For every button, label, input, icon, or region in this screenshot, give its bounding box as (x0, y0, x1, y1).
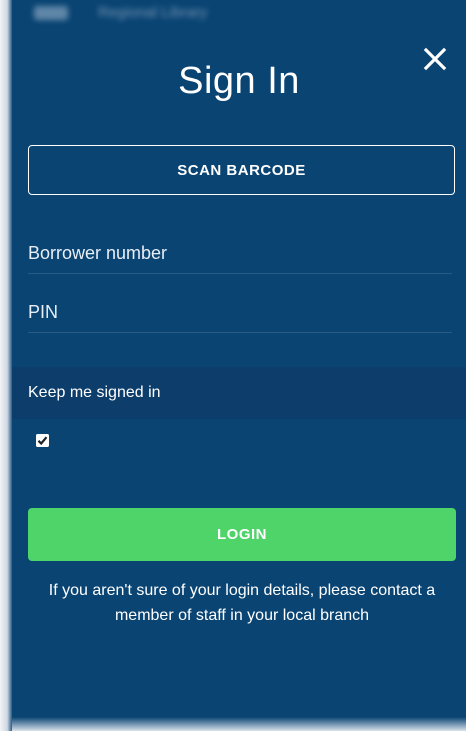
screen: Regional Library Sign In SCAN BARCODE Ke… (0, 0, 466, 731)
blurred-header-text: Regional Library (98, 4, 208, 21)
underlying-page-edge (0, 0, 12, 731)
scan-barcode-button[interactable]: SCAN BARCODE (28, 145, 455, 195)
dialog-title: Sign In (178, 60, 300, 102)
keep-signed-in-label: Keep me signed in (28, 384, 161, 401)
sign-in-dialog: Regional Library Sign In SCAN BARCODE Ke… (12, 0, 466, 731)
login-help-text: If you aren't sure of your login details… (48, 582, 436, 624)
dialog-bottom-edge (12, 717, 466, 731)
borrower-number-input[interactable] (28, 234, 452, 274)
checkmark-icon (36, 434, 49, 447)
blurred-logo (34, 6, 68, 21)
blurred-app-header: Regional Library (34, 4, 334, 26)
keep-signed-in-checkbox[interactable] (36, 434, 49, 447)
pin-input[interactable] (28, 293, 452, 333)
login-button[interactable]: LOGIN (28, 508, 456, 561)
